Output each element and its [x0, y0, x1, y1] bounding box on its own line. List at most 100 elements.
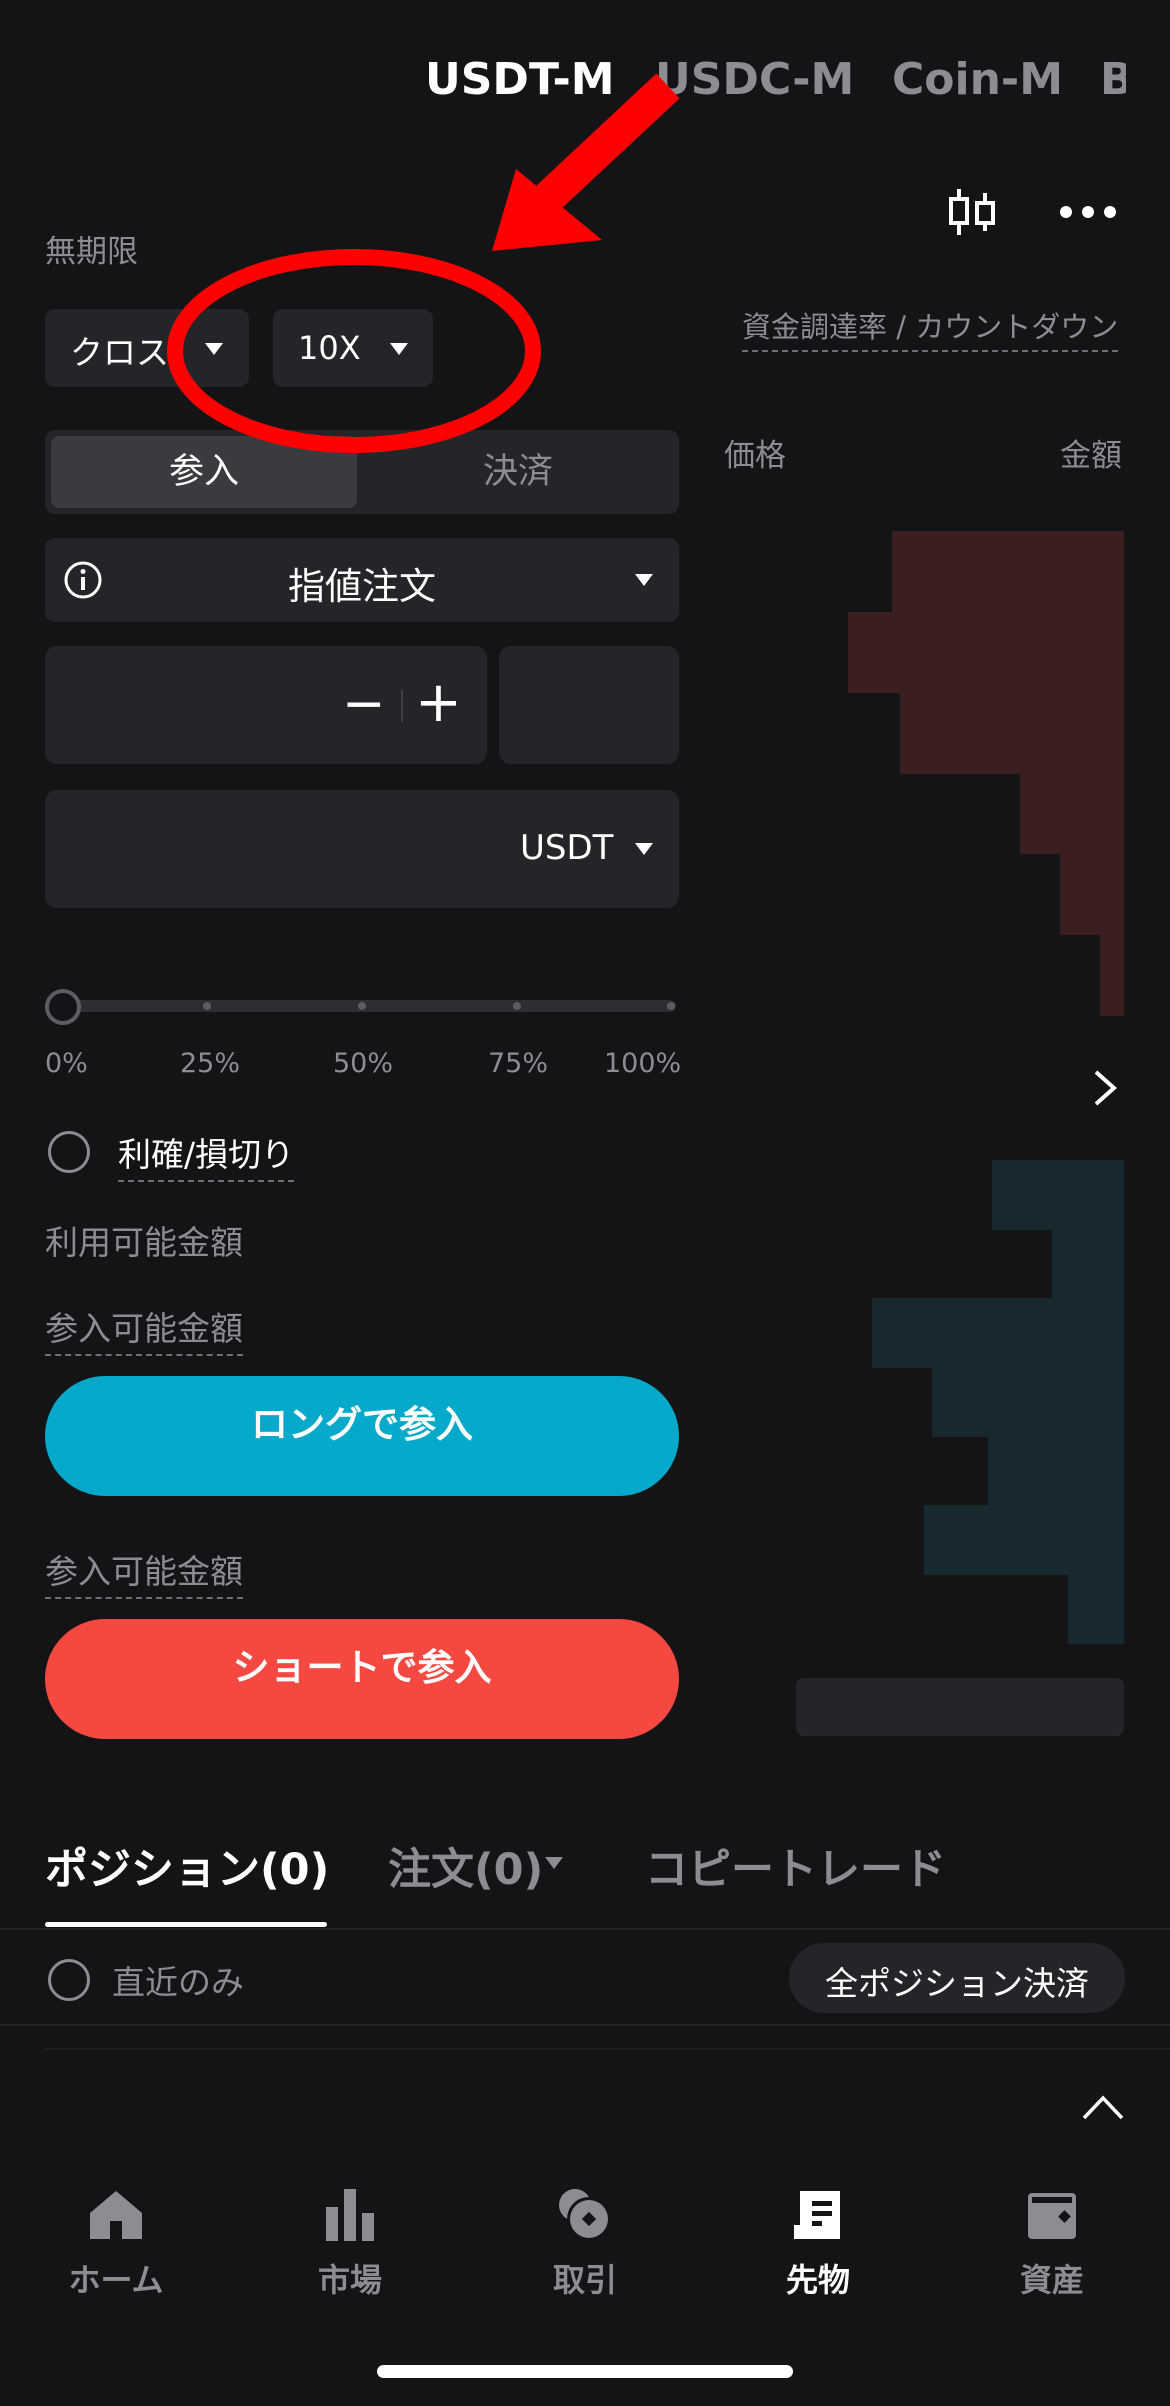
price-decrease-button[interactable]: − [342, 674, 386, 734]
nav-home-label: ホーム [68, 2261, 164, 2299]
tab-copy-trade[interactable]: コピートレード [645, 1835, 946, 1897]
top-tab-bar: USDT-M USDC-M Coin-M B [0, 50, 1170, 120]
recent-only-checkbox[interactable] [48, 1959, 90, 2001]
chevron-down-icon [635, 574, 653, 586]
home-indicator [377, 2365, 793, 2378]
chevron-right-icon[interactable] [1090, 1066, 1120, 1110]
margin-mode-value: クロス [70, 333, 169, 372]
ask-depth-bar [1100, 974, 1124, 1016]
order-type-select[interactable]: 指値注文 [45, 538, 679, 622]
short-max-label[interactable]: 参入可能金額 [45, 1545, 243, 1599]
chevron-up-icon[interactable] [1080, 2092, 1126, 2122]
long-max-label[interactable]: 参入可能金額 [45, 1302, 243, 1356]
tab-usdc-m[interactable]: USDC-M [655, 54, 854, 105]
amount-slider-track[interactable] [60, 1000, 676, 1012]
nav-trade-label: 取引 [552, 2261, 617, 2299]
wallet-icon [962, 2185, 1142, 2245]
amount-unit-select[interactable]: USDT [520, 828, 613, 868]
ask-depth-bar [900, 732, 1124, 774]
short-button-label: ショートで参入 [232, 1646, 492, 1689]
nav-futures-label: 先物 [785, 2261, 850, 2299]
tab-positions[interactable]: ポジション(0) [45, 1835, 329, 1897]
amount-slider-handle[interactable] [45, 989, 81, 1025]
amount-input[interactable]: USDT [45, 790, 679, 908]
bid-depth-bar [992, 1194, 1124, 1230]
slider-tick-75 [513, 1002, 521, 1010]
ask-depth-bar [1060, 853, 1124, 895]
slider-label-50: 50% [333, 1048, 394, 1079]
orderbook-asks [724, 531, 1124, 1016]
bid-depth-bar [872, 1332, 1124, 1368]
short-button[interactable]: ショートで参入 [45, 1619, 679, 1739]
trade-icon [495, 2185, 675, 2245]
order-side-tabs: 参入 決済 [45, 430, 679, 514]
ask-depth-bar [900, 692, 1124, 734]
close-all-positions-label: 全ポジション決済 [825, 1964, 1089, 2003]
orderbook-depth-selector[interactable] [796, 1678, 1124, 1736]
stepper-divider [401, 690, 403, 722]
funding-rate-countdown[interactable]: 資金調達率 / カウントダウン [742, 304, 1119, 352]
tp-sl-label[interactable]: 利確/損切り [118, 1128, 295, 1182]
close-all-positions-button[interactable]: 全ポジション決済 [789, 1943, 1125, 2013]
leverage-select[interactable]: 10X [273, 309, 433, 387]
nav-home[interactable]: ホーム [26, 2185, 206, 2301]
bid-depth-bar [924, 1539, 1124, 1575]
market-icon [260, 2185, 440, 2245]
tab-close[interactable]: 決済 [363, 436, 673, 508]
slider-label-75: 75% [488, 1048, 549, 1079]
ask-depth-bar [1100, 934, 1124, 976]
tab-more[interactable]: B [1100, 54, 1126, 105]
tab-positions-underline [45, 1922, 327, 1927]
ask-depth-bar [848, 652, 1124, 693]
bid-depth-bar [988, 1470, 1124, 1506]
price-input[interactable]: − + [45, 646, 487, 764]
margin-mode-select[interactable]: クロス [45, 309, 249, 387]
recent-only-label: 直近のみ [112, 1963, 244, 2002]
tab-usdt-m[interactable]: USDT-M [425, 54, 615, 105]
nav-market-label: 市場 [317, 2261, 382, 2299]
leverage-value: 10X [298, 329, 361, 367]
tab-open[interactable]: 参入 [51, 436, 357, 508]
slider-label-100: 100% [604, 1048, 682, 1079]
order-type-value: 指値注文 [288, 565, 436, 608]
price-increase-button[interactable]: + [415, 670, 462, 735]
long-button-label: ロングで参入 [251, 1403, 473, 1446]
futures-icon [728, 2185, 908, 2245]
orderbook-amount-header: 金額 [1060, 438, 1122, 474]
slider-label-25: 25% [180, 1048, 241, 1079]
price-side-field[interactable] [499, 646, 679, 764]
ask-depth-bar [1020, 813, 1124, 855]
nav-trade[interactable]: 取引 [495, 2185, 675, 2301]
section-divider [0, 2024, 1170, 2026]
ask-depth-bar [892, 531, 1124, 572]
tab-orders[interactable]: 注文(0) [388, 1835, 543, 1897]
panel-divider [45, 2048, 1170, 2050]
tab-close-label: 決済 [482, 452, 553, 492]
chevron-down-icon [545, 1857, 563, 1869]
nav-market[interactable]: 市場 [260, 2185, 440, 2301]
slider-label-0: 0% [45, 1048, 88, 1079]
orderbook-price-header: 価格 [724, 438, 786, 474]
long-button[interactable]: ロングで参入 [45, 1376, 679, 1496]
bid-depth-bar [1068, 1608, 1124, 1644]
ask-depth-bar [1020, 773, 1124, 814]
chevron-down-icon [390, 343, 408, 355]
slider-tick-50 [358, 1002, 366, 1010]
nav-assets[interactable]: 資産 [962, 2185, 1142, 2301]
candlestick-chart-icon[interactable] [945, 185, 999, 239]
ask-depth-bar [1060, 894, 1124, 935]
nav-futures[interactable]: 先物 [728, 2185, 908, 2301]
tp-sl-checkbox[interactable] [48, 1131, 90, 1173]
bid-depth-bar [872, 1298, 1124, 1333]
bid-depth-bar [1052, 1263, 1124, 1299]
tab-coin-m[interactable]: Coin-M [892, 54, 1063, 105]
tab-open-label: 参入 [168, 452, 239, 492]
tab-divider [0, 1928, 1170, 1930]
bid-depth-bar [1052, 1229, 1124, 1264]
slider-tick-100 [667, 1002, 675, 1010]
chevron-down-icon [635, 843, 653, 855]
ask-depth-bar [848, 611, 1124, 653]
orderbook-bids [724, 1160, 1124, 1644]
more-options-icon[interactable] [1058, 200, 1118, 224]
home-icon [26, 2185, 206, 2245]
